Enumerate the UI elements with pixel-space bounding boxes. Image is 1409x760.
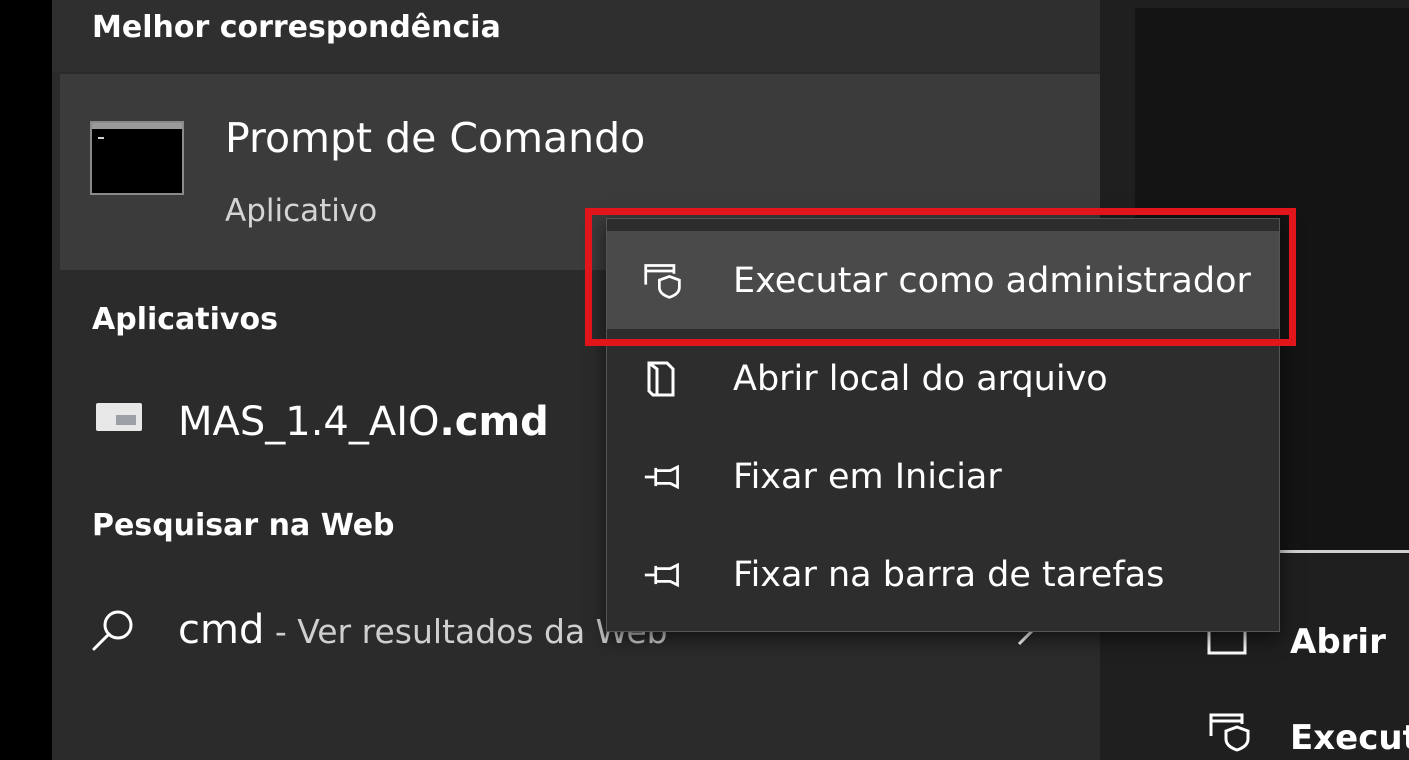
app-item-name-ext: .cmd	[439, 399, 549, 445]
highlight-annotation-box	[585, 208, 1296, 346]
best-match-title: Prompt de Comando	[225, 114, 646, 162]
menu-item-pin-to-taskbar[interactable]: Fixar na barra de tarefas	[607, 525, 1279, 623]
search-icon	[92, 610, 133, 651]
menu-item-label: Fixar em Iniciar	[733, 457, 1002, 497]
details-action-run-admin[interactable]: Execut	[1190, 700, 1409, 760]
details-action-run-admin-label: Execut	[1290, 718, 1409, 758]
batch-file-icon	[96, 403, 142, 431]
app-item-name-prefix: MAS_1.4_AIO	[178, 399, 440, 445]
web-query: cmd	[178, 607, 265, 653]
menu-item-pin-to-start[interactable]: Fixar em Iniciar	[607, 427, 1279, 525]
best-match-type: Aplicativo	[225, 193, 378, 229]
app-item-name: MAS_1.4_AIO.cmd	[178, 399, 549, 445]
list-item[interactable]: MAS_1.4_AIO.cmd	[60, 380, 580, 470]
pin-icon	[644, 562, 679, 588]
folder-icon	[647, 361, 675, 397]
details-action-open-label: Abrir	[1290, 622, 1386, 662]
apps-heading: Aplicativos	[92, 302, 278, 337]
menu-item-label: Abrir local do arquivo	[733, 359, 1108, 399]
best-match-heading: Melhor correspondência	[92, 10, 501, 45]
menu-item-label: Fixar na barra de tarefas	[733, 555, 1165, 595]
shield-window-icon	[1209, 713, 1250, 752]
web-heading: Pesquisar na Web	[92, 508, 395, 543]
pin-icon	[644, 464, 679, 490]
web-search-text: cmd - Ver resultados da Web	[178, 607, 668, 653]
command-prompt-icon	[90, 121, 184, 195]
